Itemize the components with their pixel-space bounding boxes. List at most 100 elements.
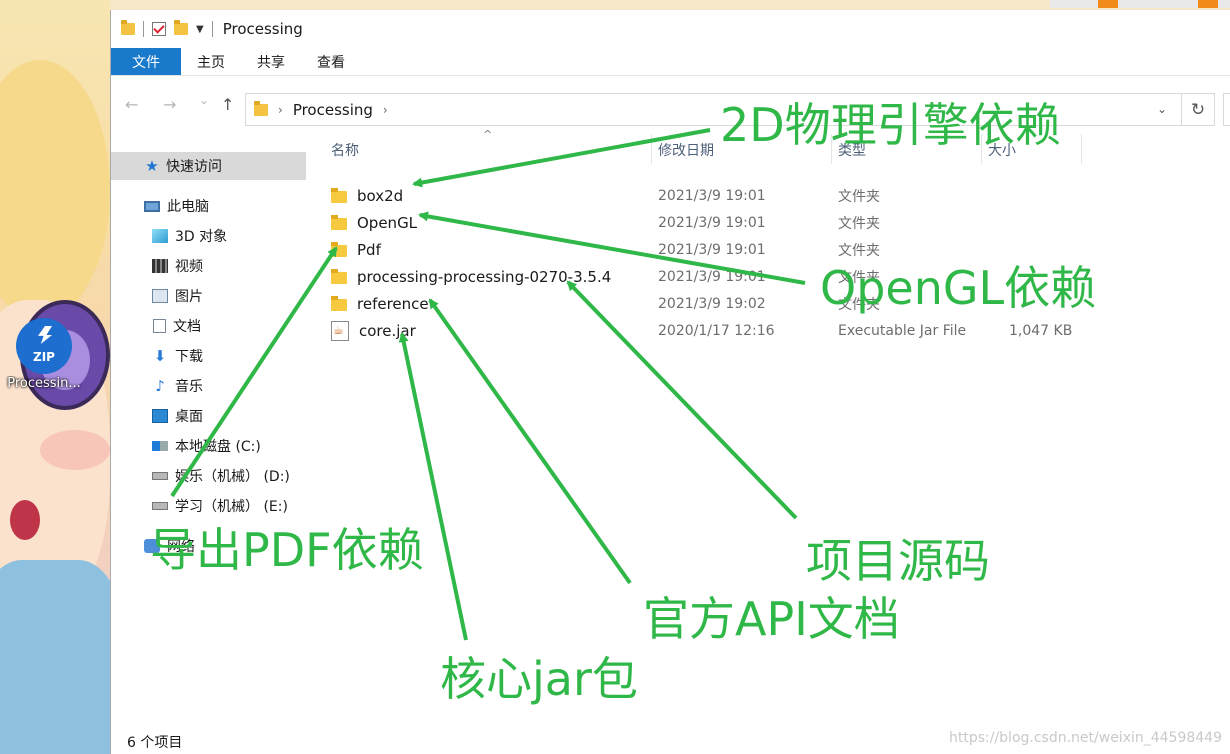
column-header-type[interactable]: 类型	[838, 140, 866, 160]
sidebar-item-label: 快速访问	[166, 159, 222, 175]
file-name: reference	[357, 294, 429, 313]
address-dropdown-chevron-icon[interactable]: ⌄	[1157, 102, 1167, 116]
sidebar-item-label: 音乐	[175, 379, 203, 395]
file-row[interactable]: reference 2021/3/9 19:02 文件夹	[331, 290, 1091, 317]
watermark: https://blog.csdn.net/weixin_44598449	[948, 730, 1222, 746]
sidebar-item-quick-access[interactable]: ★ 快速访问	[111, 152, 306, 180]
file-name: Pdf	[357, 240, 381, 259]
file-type: Executable Jar File	[838, 322, 967, 339]
properties-icon[interactable]	[152, 22, 166, 36]
up-arrow-icon[interactable]: ↑	[221, 95, 234, 114]
file-row[interactable]: box2d 2021/3/9 19:01 文件夹	[331, 182, 1091, 209]
jar-file-icon	[331, 320, 349, 341]
address-row: ← → ⌄ ↑ › Processing › ⌄ ↻	[111, 90, 1230, 128]
window-title: Processing	[222, 20, 303, 38]
explorer-window: ▼ Processing 文件 主页 共享 查看 ← → ⌄ ↑ › Proce…	[110, 10, 1230, 754]
column-divider[interactable]	[981, 134, 982, 164]
file-modified: 2021/3/9 19:01	[658, 268, 766, 285]
search-input[interactable]	[1223, 93, 1230, 126]
sidebar-item-drive-e[interactable]: 学习（机械） (E:)	[111, 492, 288, 520]
file-row[interactable]: Pdf 2021/3/9 19:01 文件夹	[331, 236, 1091, 263]
sidebar-item-label: 3D 对象	[175, 229, 228, 245]
sidebar-item-label: 网络	[167, 539, 195, 555]
sidebar-item-desktop[interactable]: 桌面	[111, 402, 203, 430]
tab-file[interactable]: 文件	[111, 48, 181, 75]
folder-icon	[331, 241, 347, 257]
sidebar-item-documents[interactable]: 文档	[111, 312, 201, 340]
new-folder-icon[interactable]	[174, 20, 188, 35]
star-icon: ★	[145, 157, 159, 175]
sidebar-item-network[interactable]: 网络	[111, 532, 195, 560]
ribbon-tabs: 文件 主页 共享 查看	[111, 48, 1230, 76]
file-row[interactable]: core.jar 2020/1/17 12:16 Executable Jar …	[331, 317, 1091, 344]
tab-view[interactable]: 查看	[301, 48, 361, 75]
sidebar-item-videos[interactable]: 视频	[111, 252, 203, 280]
column-header-size[interactable]: 大小	[988, 140, 1016, 160]
desktop-icon	[152, 409, 168, 423]
sidebar-item-this-pc[interactable]: 此电脑	[111, 192, 209, 220]
wallpaper-hair	[0, 60, 110, 320]
zip-archive-icon: ZIP	[16, 318, 72, 374]
file-row[interactable]: OpenGL 2021/3/9 19:01 文件夹	[331, 209, 1091, 236]
sidebar-item-label: 文档	[173, 319, 201, 335]
file-name: box2d	[357, 186, 404, 205]
sidebar-item-3d-objects[interactable]: 3D 对象	[111, 222, 227, 250]
sidebar-item-drive-c[interactable]: 本地磁盘 (C:)	[111, 432, 261, 460]
music-icon: ♪	[155, 377, 165, 395]
tab-home[interactable]: 主页	[181, 48, 241, 75]
column-header-name[interactable]: 名称	[331, 140, 359, 160]
title-separator	[211, 21, 213, 37]
file-size: 1,047 KB	[1009, 322, 1073, 339]
customize-toolbar-chevron-icon[interactable]: ▼	[196, 24, 204, 35]
navigation-pane: ★ 快速访问 此电脑 3D 对象 视频 图片 文档 ⬇ 下载 ♪ 音乐 桌面 本…	[111, 148, 307, 732]
tab-share[interactable]: 共享	[241, 48, 301, 75]
file-modified: 2021/3/9 19:01	[658, 241, 766, 258]
file-type: 文件夹	[838, 188, 880, 205]
file-name: core.jar	[359, 321, 416, 340]
sidebar-item-label: 下载	[175, 349, 203, 365]
desktop-zip-shortcut[interactable]: ZIP Processin...	[2, 318, 86, 391]
wallpaper-mouth	[10, 500, 40, 540]
sidebar-item-label: 此电脑	[167, 199, 209, 215]
pictures-icon	[152, 289, 168, 303]
column-divider[interactable]	[831, 134, 832, 164]
sidebar-item-label: 本地磁盘 (C:)	[175, 439, 261, 455]
sort-ascending-icon: ^	[483, 128, 493, 141]
folder-icon	[254, 100, 268, 116]
column-headers: ^ 名称 修改日期 类型 大小	[317, 128, 1230, 168]
refresh-button[interactable]: ↻	[1182, 93, 1215, 126]
file-modified: 2020/1/17 12:16	[658, 322, 775, 339]
file-modified: 2021/3/9 19:02	[658, 295, 766, 312]
sidebar-item-label: 娱乐（机械） (D:)	[175, 469, 290, 485]
desktop-shortcut-label: Processin...	[7, 376, 81, 391]
recent-locations-chevron-icon[interactable]: ⌄	[199, 93, 209, 107]
title-bar: ▼ Processing	[111, 10, 1230, 48]
breadcrumb-chevron-icon[interactable]: ›	[278, 103, 283, 117]
sidebar-item-pictures[interactable]: 图片	[111, 282, 203, 310]
file-modified: 2021/3/9 19:01	[658, 214, 766, 231]
download-icon: ⬇	[153, 347, 167, 365]
video-icon	[152, 259, 168, 273]
sidebar-item-drive-d[interactable]: 娱乐（机械） (D:)	[111, 462, 290, 490]
sidebar-item-label: 桌面	[175, 409, 203, 425]
file-name: OpenGL	[357, 213, 418, 232]
sidebar-item-label: 学习（机械） (E:)	[175, 499, 288, 515]
file-name: processing-processing-0270-3.5.4	[357, 267, 612, 286]
file-modified: 2021/3/9 19:01	[658, 187, 766, 204]
back-arrow-icon[interactable]: ←	[125, 95, 138, 114]
file-row[interactable]: processing-processing-0270-3.5.4 2021/3/…	[331, 263, 1091, 290]
background-window	[1050, 0, 1230, 8]
background-window-badge	[1098, 0, 1118, 8]
forward-arrow-icon[interactable]: →	[163, 95, 176, 114]
column-divider[interactable]	[1081, 134, 1082, 164]
address-bar[interactable]: › Processing › ⌄	[245, 93, 1182, 126]
column-divider[interactable]	[651, 134, 652, 164]
breadcrumb-processing[interactable]: Processing	[293, 101, 373, 119]
sidebar-item-music[interactable]: ♪ 音乐	[111, 372, 203, 400]
status-item-count: 6 个项目	[127, 735, 183, 751]
column-header-modified[interactable]: 修改日期	[658, 140, 714, 160]
sidebar-item-downloads[interactable]: ⬇ 下载	[111, 342, 203, 370]
folder-icon	[121, 20, 135, 35]
sidebar-item-label: 视频	[175, 259, 203, 275]
breadcrumb-chevron-icon[interactable]: ›	[383, 103, 388, 117]
